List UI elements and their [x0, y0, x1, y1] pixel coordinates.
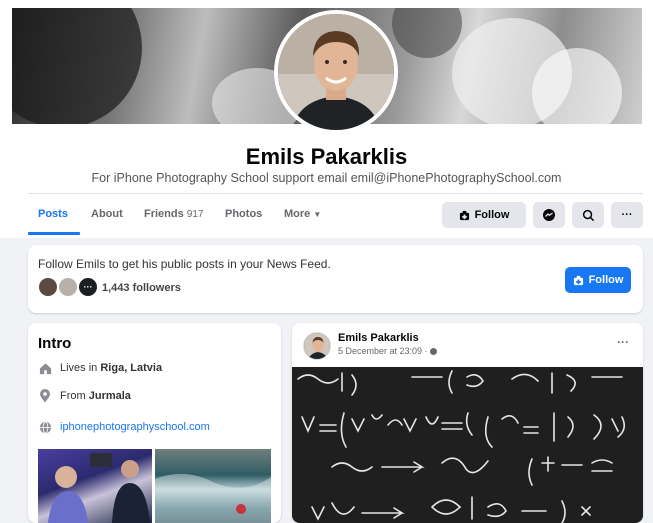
messenger-button[interactable]	[533, 202, 565, 228]
tab-posts[interactable]: Posts	[38, 208, 68, 220]
follow-icon	[573, 275, 583, 285]
more-followers-dots: ···	[83, 282, 93, 292]
lives-in-value[interactable]: Riga, Latvia	[100, 362, 162, 374]
more-options-button[interactable]: ···	[611, 202, 643, 228]
location-pin-icon	[38, 389, 52, 403]
post-card: Emils Pakarklis 5 December at 23:09 · ··…	[292, 323, 643, 523]
post-timestamp[interactable]: 5 December at 23:09 ·	[338, 346, 438, 356]
intro-website: iphonephotographyschool.com	[38, 420, 210, 434]
friends-count: 917	[186, 209, 204, 220]
post-author-avatar[interactable]	[303, 332, 331, 360]
globe-icon	[430, 348, 438, 356]
more-followers-avatar[interactable]: ···	[77, 276, 99, 298]
tab-more[interactable]: More ▼	[284, 208, 321, 220]
follow-button[interactable]: Follow	[442, 202, 526, 228]
follow-card: Follow Emils to get his public posts in …	[28, 245, 643, 313]
website-link[interactable]: iphonephotographyschool.com	[60, 421, 210, 433]
search-button[interactable]	[572, 202, 604, 228]
followers-count[interactable]: 1,443 followers	[102, 282, 181, 294]
post-date: 5 December at 23:09 ·	[338, 346, 431, 356]
globe-icon	[38, 420, 52, 434]
post-author-name[interactable]: Emils Pakarklis	[338, 332, 419, 344]
intro-from: From Jurmala	[38, 389, 131, 403]
follow-card-button-label: Follow	[588, 274, 624, 286]
home-icon	[38, 361, 52, 375]
follow-card-button[interactable]: Follow	[565, 267, 631, 293]
messenger-icon	[543, 209, 555, 221]
lives-in-prefix: Lives in	[60, 362, 98, 374]
profile-name: Emils Pakarklis	[245, 144, 408, 169]
follower-avatar[interactable]	[37, 276, 59, 298]
follower-avatar[interactable]	[57, 276, 79, 298]
divider	[28, 193, 643, 194]
more-dots-icon: ···	[621, 209, 633, 221]
tab-more-label: More	[284, 208, 311, 220]
from-prefix: From	[60, 390, 86, 402]
chalkboard-equations-drawing	[292, 367, 643, 523]
post-more-button[interactable]: ···	[617, 335, 629, 349]
post-image[interactable]	[292, 367, 643, 523]
intro-title: Intro	[38, 335, 72, 352]
follow-button-label: Follow	[474, 209, 510, 221]
caret-down-icon: ▼	[313, 210, 322, 219]
tab-photos[interactable]: Photos	[225, 208, 262, 220]
tab-friends-label: Friends	[144, 208, 184, 220]
follow-icon	[459, 210, 469, 220]
profile-picture[interactable]	[274, 10, 398, 134]
follow-card-text: Follow Emils to get his public posts in …	[38, 257, 331, 271]
intro-lives-in: Lives in Riga, Latvia	[38, 361, 162, 375]
active-tab-indicator	[28, 232, 80, 235]
tab-friends[interactable]: Friends 917	[144, 208, 203, 220]
profile-bio: For iPhone Photography School support em…	[91, 171, 562, 185]
tab-about[interactable]: About	[91, 208, 123, 220]
intro-card: Intro Lives in Riga, Latvia From Jurmala…	[28, 323, 281, 523]
from-value[interactable]: Jurmala	[89, 390, 131, 402]
search-icon	[582, 209, 594, 221]
